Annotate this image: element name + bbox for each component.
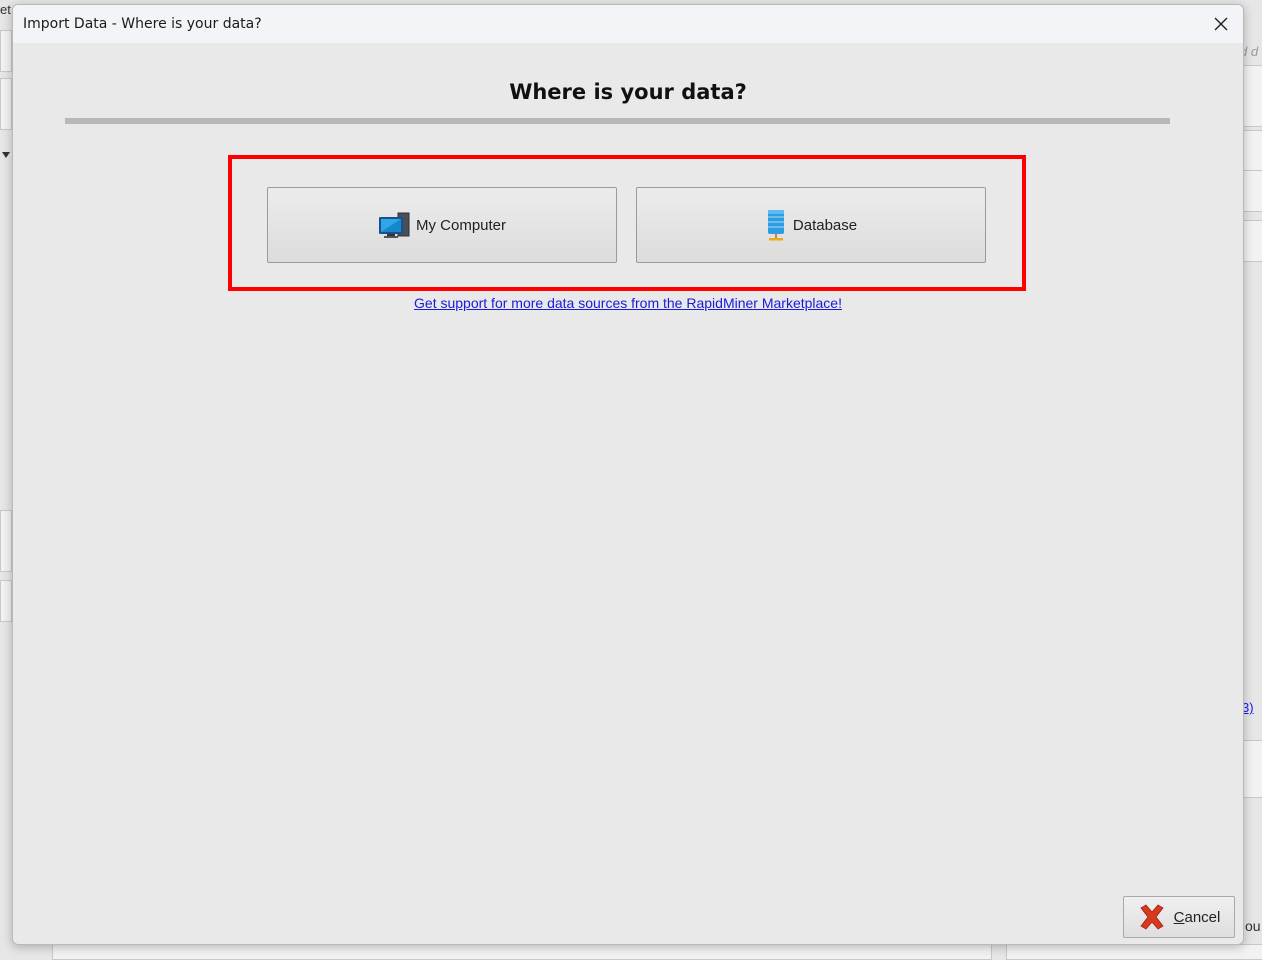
background-panel: [1243, 65, 1262, 127]
marketplace-link[interactable]: Get support for more data sources from t…: [13, 295, 1243, 311]
my-computer-label: My Computer: [415, 216, 507, 234]
computer-icon: [378, 212, 410, 238]
background-panel: [1243, 130, 1262, 172]
cancel-label: Cancel: [1174, 909, 1221, 926]
my-computer-button[interactable]: My Computer: [267, 187, 617, 263]
background-text-fragment: ou: [1245, 918, 1261, 934]
close-button[interactable]: [1199, 5, 1243, 43]
cancel-x-icon: [1140, 904, 1164, 930]
import-data-dialog: Import Data - Where is your data? Where …: [12, 4, 1244, 945]
close-icon: [1214, 17, 1228, 31]
page-heading: Where is your data?: [509, 80, 747, 104]
cancel-mnemonic: C: [1173, 908, 1185, 926]
background-panel: [0, 580, 12, 622]
dialog-title: Import Data - Where is your data?: [23, 16, 262, 32]
background-dropdown-arrow-icon: [2, 152, 10, 158]
heading-divider: [65, 118, 1170, 124]
background-panel: [0, 30, 12, 72]
database-icon: [767, 210, 784, 241]
database-button[interactable]: Database: [636, 187, 986, 263]
background-panel: [1243, 220, 1262, 262]
background-panel: [1243, 170, 1262, 212]
background-text-fragment: et: [0, 2, 11, 17]
dialog-titlebar[interactable]: Import Data - Where is your data?: [13, 5, 1243, 43]
background-panel: [0, 510, 12, 572]
background-panel: [0, 78, 12, 130]
cancel-label-rest: ancel: [1184, 908, 1221, 926]
cancel-button[interactable]: Cancel: [1123, 896, 1235, 938]
background-panel: [1243, 740, 1262, 798]
database-label: Database: [792, 216, 858, 234]
